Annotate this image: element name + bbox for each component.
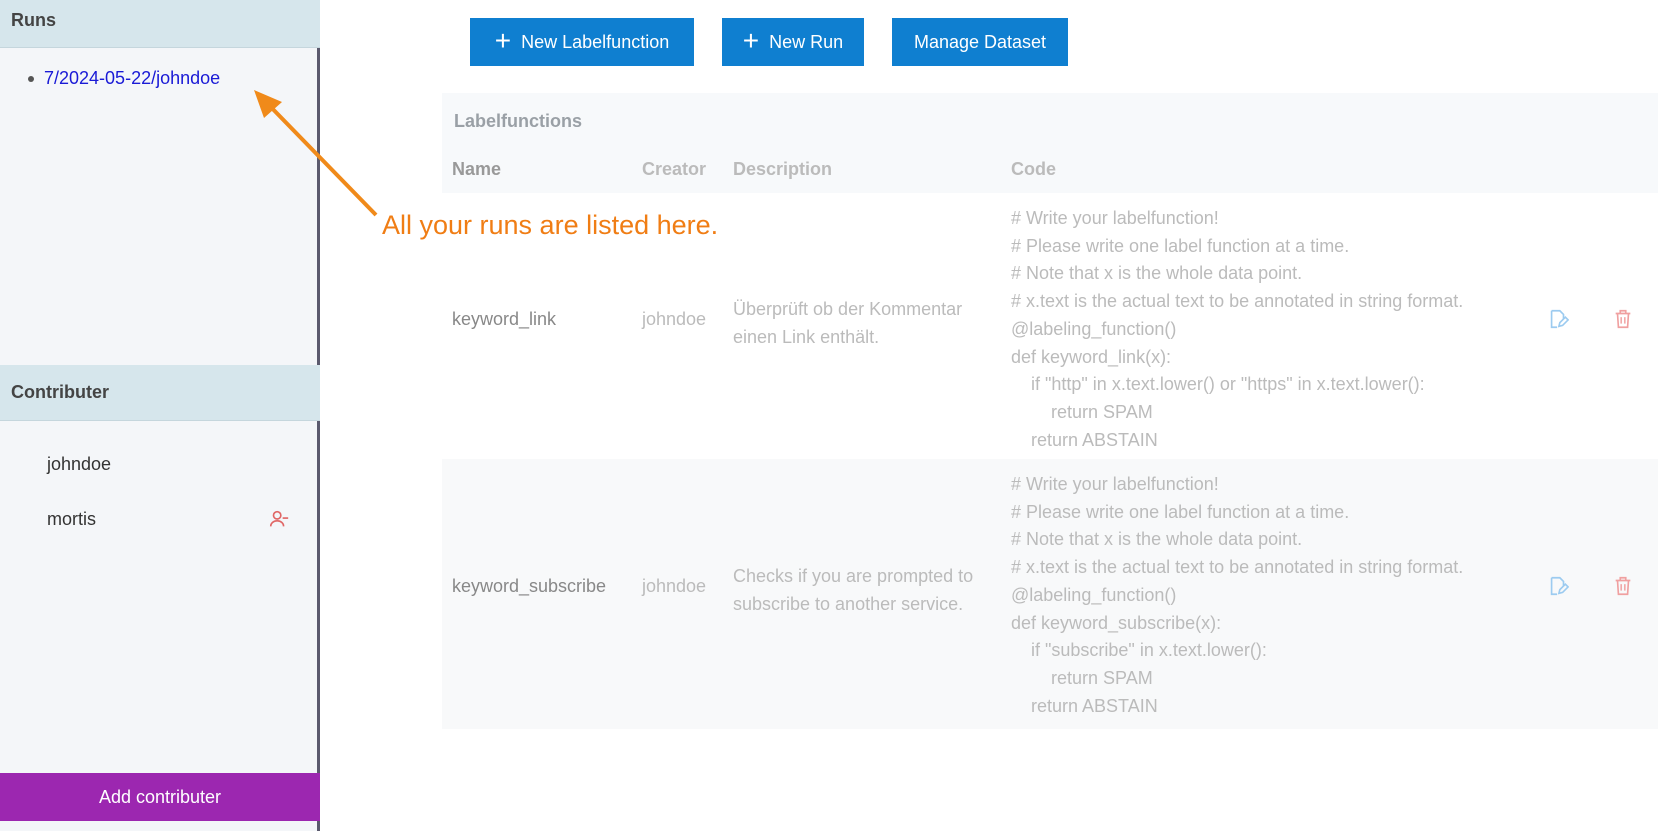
annotation-text: All your runs are listed here. bbox=[382, 210, 719, 240]
app-root: Runs 7/2024-05-22/johndoe Contributer jo… bbox=[0, 0, 1668, 831]
annotation-arrow bbox=[254, 90, 378, 217]
